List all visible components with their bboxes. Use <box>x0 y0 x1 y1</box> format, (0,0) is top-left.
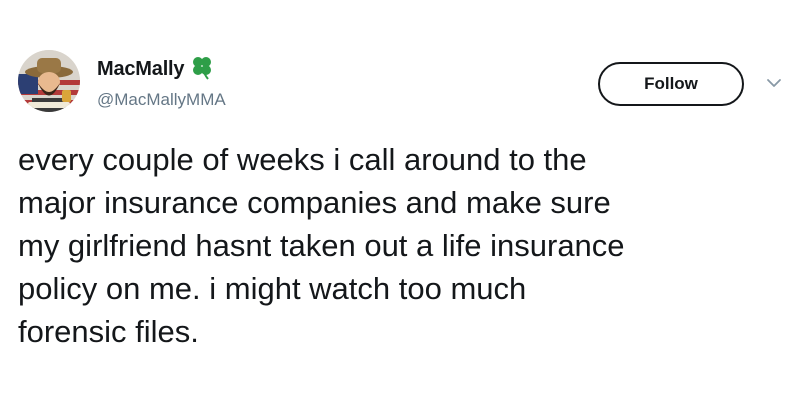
tweet-card: MacMally @MacMallyMMA Follow every coupl… <box>0 0 800 406</box>
avatar-image <box>18 50 80 112</box>
avatar[interactable] <box>18 50 80 112</box>
follow-button[interactable]: Follow <box>598 62 744 106</box>
chevron-down-icon[interactable] <box>766 76 782 88</box>
display-name[interactable]: MacMally <box>97 58 185 81</box>
user-handle[interactable]: @MacMallyMMA <box>97 90 226 110</box>
four-leaf-clover-icon <box>188 53 216 81</box>
tweet-text: every couple of weeks i call around to t… <box>18 142 625 349</box>
author-name-row: MacMally <box>97 56 216 81</box>
